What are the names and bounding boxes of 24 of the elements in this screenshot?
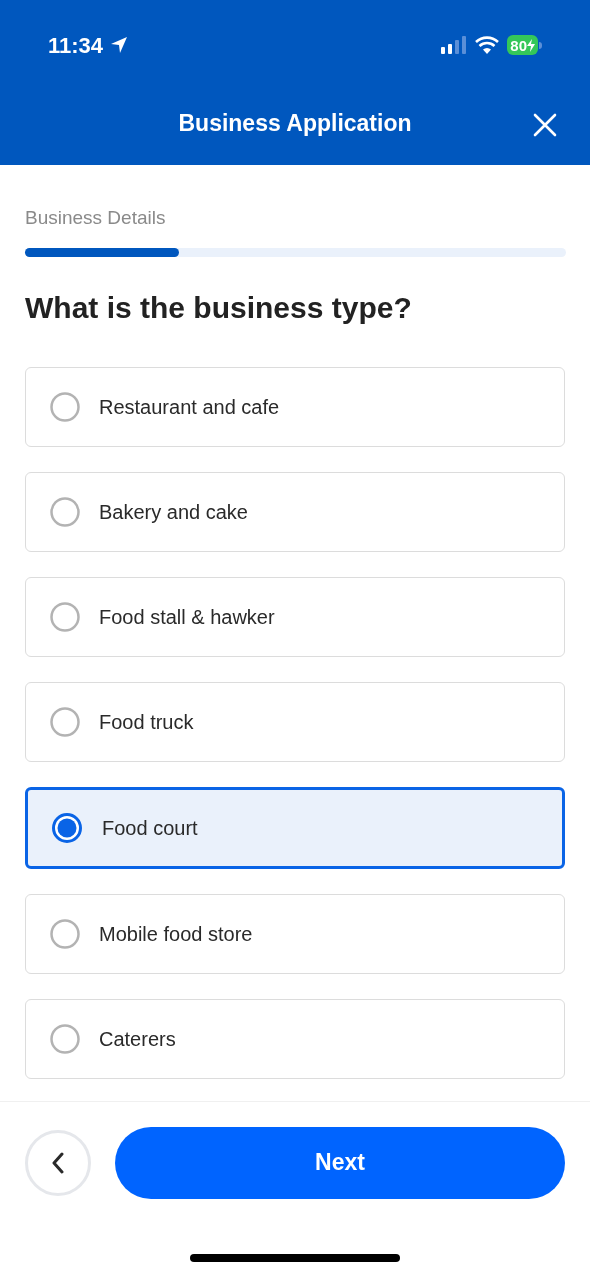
next-button[interactable]: Next — [115, 1126, 565, 1199]
option-card[interactable]: Bakery and cake — [25, 471, 565, 552]
radio-icon — [50, 1023, 80, 1054]
step-label: Business Details — [25, 206, 167, 230]
radio-icon — [50, 706, 80, 737]
radio-selected-icon — [51, 811, 83, 844]
radio-icon — [50, 918, 80, 949]
radio-icon — [50, 496, 80, 527]
option-card[interactable]: Caterers — [25, 998, 565, 1079]
close-icon — [533, 113, 557, 137]
option-card[interactable]: Food stall & hawker — [25, 576, 565, 657]
option-card[interactable]: Mobile food store — [25, 893, 565, 974]
option-card[interactable]: Food truck — [25, 681, 565, 762]
header-title: Business Application — [178, 109, 412, 139]
signal-icon — [441, 36, 468, 54]
wifi-icon — [475, 36, 500, 54]
status-time: 11:34 — [48, 31, 104, 60]
radio-icon — [50, 601, 80, 632]
location-arrow-icon — [109, 35, 130, 55]
radio-icon — [50, 391, 80, 422]
option-card[interactable]: Restaurant and cafe — [25, 366, 565, 447]
chevron-left-icon — [51, 1151, 65, 1174]
option-card[interactable]: Food court — [25, 786, 565, 869]
question-heading: What is the business type? — [25, 289, 413, 326]
